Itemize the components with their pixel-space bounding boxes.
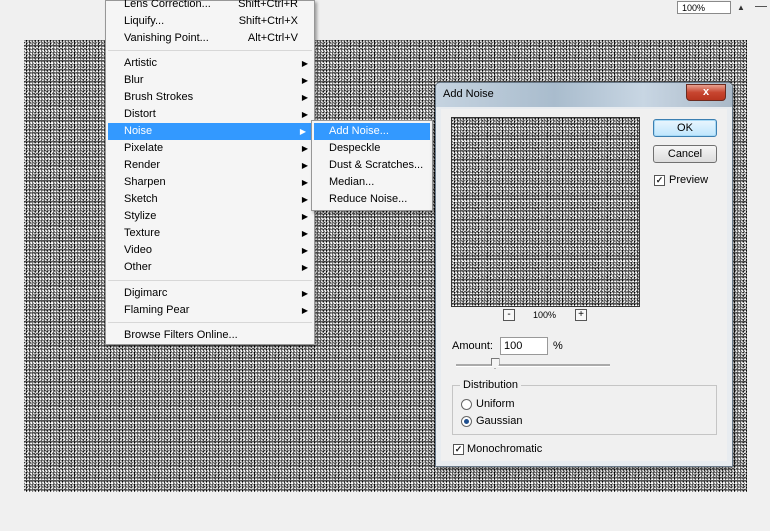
- menu-item-label: Blur: [124, 74, 144, 86]
- submenu-arrow-icon: ▶: [301, 144, 308, 153]
- distribution-label: Distribution: [460, 379, 522, 391]
- add-noise-dialog: Add Noise x - 100% + OK Cancel ✓ Preview…: [435, 82, 733, 467]
- dialog-titlebar[interactable]: Add Noise x: [436, 83, 732, 107]
- cancel-button[interactable]: Cancel: [653, 145, 717, 163]
- menu-item-video[interactable]: Video ▶: [106, 242, 314, 259]
- menu-item-label: Sketch: [124, 193, 158, 205]
- submenu-item-add-noise[interactable]: Add Noise...: [314, 123, 430, 140]
- menu-item-noise[interactable]: Noise ▶: [108, 123, 312, 140]
- menu-item-vanishing-point[interactable]: Vanishing Point... Alt+Ctrl+V: [106, 30, 314, 47]
- zoom-input[interactable]: 100%: [677, 1, 731, 14]
- noise-submenu: Add Noise... Despeckle Dust & Scratches.…: [311, 120, 433, 211]
- menu-item-label: Other: [124, 261, 152, 273]
- submenu-arrow-icon: ▶: [301, 76, 308, 85]
- zoom-caret-icon[interactable]: ▲: [737, 3, 745, 12]
- submenu-arrow-icon: ▶: [301, 263, 308, 272]
- submenu-arrow-icon: ▶: [301, 110, 308, 119]
- menu-item-label: Digimarc: [124, 287, 168, 299]
- preview-noise-image: [452, 118, 639, 306]
- submenu-item-reduce-noise[interactable]: Reduce Noise...: [314, 191, 430, 208]
- gaussian-label: Gaussian: [476, 415, 523, 427]
- amount-input[interactable]: 100: [500, 337, 548, 355]
- menu-item-label: Distort: [124, 108, 156, 120]
- submenu-arrow-icon: ▶: [301, 195, 308, 204]
- submenu-item-dust-scratches[interactable]: Dust & Scratches...: [314, 157, 430, 174]
- submenu-arrow-icon: ▶: [301, 306, 308, 315]
- uniform-label: Uniform: [476, 398, 515, 410]
- menu-item-shortcut: Shift+Ctrl+X: [238, 15, 298, 27]
- close-icon: x: [702, 86, 710, 98]
- menu-item-stylize[interactable]: Stylize ▶: [106, 208, 314, 225]
- menu-item-flaming-pear[interactable]: Flaming Pear ▶: [106, 302, 314, 319]
- submenu-arrow-icon: ▶: [301, 93, 308, 102]
- submenu-arrow-icon: ▶: [301, 246, 308, 255]
- submenu-arrow-icon: ▶: [301, 289, 308, 298]
- menu-item-label: Browse Filters Online...: [124, 329, 238, 341]
- amount-slider-thumb[interactable]: [490, 358, 500, 369]
- zoom-in-button[interactable]: +: [575, 309, 587, 321]
- uniform-radio[interactable]: [461, 399, 472, 410]
- menu-item-label: Vanishing Point...: [124, 32, 209, 44]
- menu-item-liquify[interactable]: Liquify... Shift+Ctrl+X: [106, 13, 314, 30]
- menu-item-label: Liquify...: [124, 15, 165, 27]
- menu-separator: [108, 322, 312, 323]
- menu-item-shortcut: Alt+Ctrl+V: [247, 32, 298, 44]
- menu-item-label: Flaming Pear: [124, 304, 190, 316]
- menu-item-other[interactable]: Other ▶: [106, 259, 314, 276]
- submenu-arrow-icon: ▶: [299, 127, 306, 136]
- menu-separator: [108, 50, 312, 51]
- menu-item-label: Stylize: [124, 210, 157, 222]
- minimize-icon[interactable]: [755, 6, 767, 7]
- menu-item-label: Brush Strokes: [124, 91, 194, 103]
- menu-item-label: Texture: [124, 227, 161, 239]
- menu-item-texture[interactable]: Texture ▶: [106, 225, 314, 242]
- amount-slider-track[interactable]: [456, 364, 610, 367]
- menu-item-label: Lens Correction...: [124, 0, 211, 10]
- menu-item-brush-strokes[interactable]: Brush Strokes ▶: [106, 89, 314, 106]
- menu-item-distort[interactable]: Distort ▶: [106, 106, 314, 123]
- menu-item-shortcut: Shift+Ctrl+R: [238, 0, 298, 10]
- menu-item-digimarc[interactable]: Digimarc ▶: [106, 285, 314, 302]
- distribution-group: [452, 385, 717, 435]
- menu-item-lens-correction[interactable]: Lens Correction... Shift+Ctrl+R: [106, 0, 314, 13]
- submenu-arrow-icon: ▶: [301, 59, 308, 68]
- dialog-body: - 100% + OK Cancel ✓ Preview Amount: 100…: [441, 109, 727, 461]
- menu-item-label: Pixelate: [124, 142, 164, 154]
- menu-item-label: Artistic: [124, 57, 157, 69]
- menu-item-render[interactable]: Render ▶: [106, 157, 314, 174]
- submenu-arrow-icon: ▶: [301, 212, 308, 221]
- submenu-arrow-icon: ▶: [301, 229, 308, 238]
- submenu-item-median[interactable]: Median...: [314, 174, 430, 191]
- ok-button[interactable]: OK: [653, 119, 717, 137]
- submenu-arrow-icon: ▶: [301, 161, 308, 170]
- preview-zoom-level: 100%: [533, 310, 557, 320]
- zoom-out-button[interactable]: -: [503, 309, 515, 321]
- menu-item-label: Noise: [124, 125, 153, 137]
- menu-item-blur[interactable]: Blur ▶: [106, 72, 314, 89]
- preview-label: Preview: [669, 174, 709, 186]
- menu-item-artistic[interactable]: Artistic ▶: [106, 55, 314, 72]
- submenu-item-despeckle[interactable]: Despeckle: [314, 140, 430, 157]
- monochromatic-label: Monochromatic: [467, 443, 543, 455]
- menu-item-label: Video: [124, 244, 152, 256]
- menu-item-label: Sharpen: [124, 176, 166, 188]
- menu-item-sketch[interactable]: Sketch ▶: [106, 191, 314, 208]
- gaussian-radio[interactable]: [461, 416, 472, 427]
- close-button[interactable]: x: [686, 84, 726, 101]
- menu-item-pixelate[interactable]: Pixelate ▶: [106, 140, 314, 157]
- menu-item-label: Render: [124, 159, 161, 171]
- filter-menu: Lens Correction... Shift+Ctrl+R Liquify.…: [105, 0, 315, 345]
- menu-item-browse-filters-online[interactable]: Browse Filters Online...: [106, 327, 314, 344]
- preview-window[interactable]: [451, 117, 640, 307]
- preview-checkbox[interactable]: ✓: [654, 175, 665, 186]
- menu-separator: [108, 280, 312, 281]
- amount-label: Amount:: [452, 340, 493, 352]
- submenu-arrow-icon: ▶: [301, 178, 308, 187]
- dialog-title: Add Noise: [443, 88, 494, 100]
- menu-item-sharpen[interactable]: Sharpen ▶: [106, 174, 314, 191]
- amount-unit: %: [553, 340, 563, 352]
- monochromatic-checkbox[interactable]: ✓: [453, 444, 464, 455]
